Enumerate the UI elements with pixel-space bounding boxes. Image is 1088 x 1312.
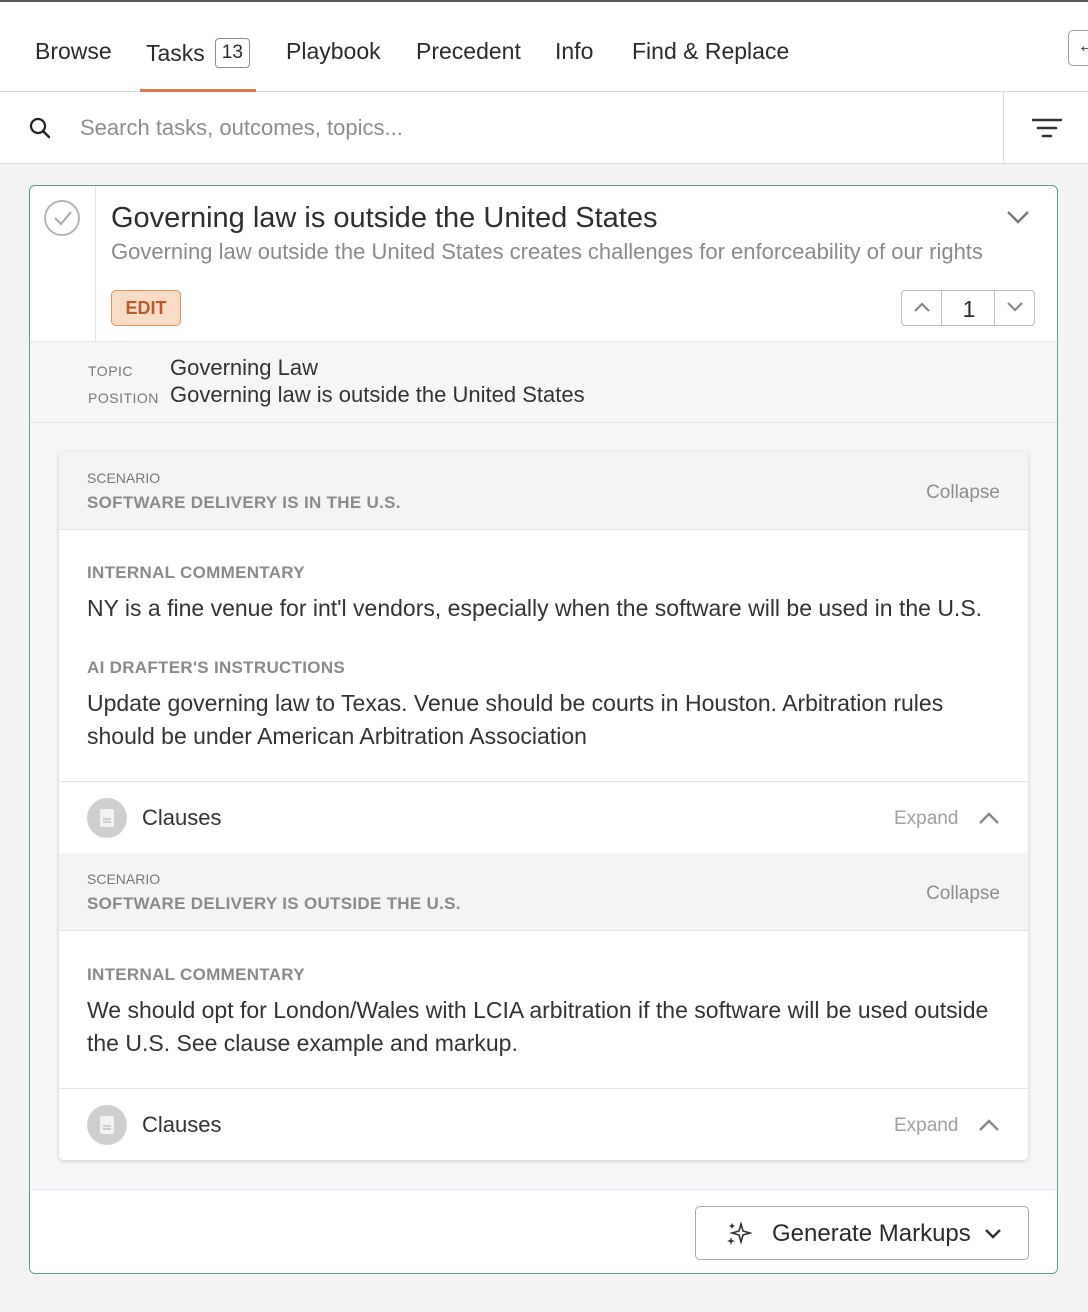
search-bar	[0, 92, 1088, 164]
scenario-label: SCENARIO	[87, 470, 161, 486]
generate-markups-label: Generate Markups	[772, 1220, 971, 1247]
document-icon	[87, 1105, 127, 1145]
tab-label: Browse	[35, 38, 112, 64]
task-card: Governing law is outside the United Stat…	[29, 185, 1058, 1274]
internal-commentary-label: INTERNAL COMMENTARY	[87, 965, 305, 984]
task-meta: TOPIC Governing Law POSITION Governing l…	[30, 341, 1057, 423]
chevron-down-icon	[985, 1229, 1001, 1239]
next-issue-button[interactable]	[994, 291, 1034, 325]
clauses-row[interactable]: Clauses Expand	[59, 781, 1028, 853]
tasks-count-badge: 13	[214, 38, 250, 68]
expand-clauses-button[interactable]: Expand	[894, 1115, 958, 1137]
document-icon	[87, 798, 127, 838]
ai-instructions-text: Update governing law to Texas. Venue sho…	[87, 690, 944, 749]
tab-label: Info	[555, 38, 594, 64]
tab-label: Tasks	[146, 40, 205, 66]
search-icon	[29, 117, 51, 139]
chevron-up-icon[interactable]	[977, 810, 1001, 826]
generate-markups-button[interactable]: Generate Markups	[695, 1206, 1029, 1260]
tab-playbook[interactable]: Playbook	[286, 38, 381, 92]
issue-number: 1	[962, 296, 976, 322]
topic-label: TOPIC	[88, 363, 134, 379]
tab-find-replace[interactable]: Find & Replace	[632, 38, 789, 92]
internal-commentary-text: We should opt for London/Wales with LCIA…	[87, 997, 989, 1056]
task-title: Governing law is outside the United Stat…	[111, 202, 658, 234]
collapse-panel-button[interactable]: ←	[1068, 30, 1088, 66]
check-icon	[54, 211, 72, 226]
chevron-down-icon[interactable]	[1005, 208, 1031, 226]
chevron-up-icon	[914, 302, 930, 312]
task-check-column	[30, 186, 96, 341]
search-input[interactable]	[80, 108, 980, 148]
clauses-label: Clauses	[142, 1112, 222, 1137]
card-footer: Generate Markups	[30, 1189, 1057, 1273]
task-subtitle: Governing law outside the United States …	[111, 239, 983, 264]
scenario-name: SOFTWARE DELIVERY IS OUTSIDE THE U.S.	[87, 894, 461, 913]
tab-bar: Browse Tasks 13 Playbook Precedent Info F…	[0, 2, 1088, 92]
arrow-left-icon: ←	[1077, 35, 1088, 57]
scenarios-area: SCENARIO SOFTWARE DELIVERY IS IN THE U.S…	[30, 423, 1057, 1189]
clauses-label: Clauses	[142, 805, 222, 830]
collapse-scenario-button[interactable]: Collapse	[926, 482, 1000, 504]
internal-commentary-text: NY is a fine venue for int'l vendors, es…	[87, 595, 983, 621]
edit-button[interactable]: EDIT	[111, 290, 181, 326]
tab-label: Playbook	[286, 38, 381, 64]
complete-task-checkbox[interactable]	[44, 200, 80, 236]
scenario-header: SCENARIO SOFTWARE DELIVERY IS OUTSIDE TH…	[59, 853, 1028, 931]
position-label: POSITION	[88, 390, 159, 406]
tab-precedent[interactable]: Precedent	[416, 38, 521, 92]
scenarios-list: SCENARIO SOFTWARE DELIVERY IS IN THE U.S…	[59, 452, 1028, 1160]
scenario-header: SCENARIO SOFTWARE DELIVERY IS IN THE U.S…	[59, 452, 1028, 530]
sparkle-icon	[727, 1221, 752, 1245]
tab-info[interactable]: Info	[555, 38, 593, 92]
tab-browse[interactable]: Browse	[35, 38, 112, 92]
chevron-up-icon[interactable]	[977, 1117, 1001, 1133]
expand-clauses-button[interactable]: Expand	[894, 808, 958, 830]
position-value: Governing law is outside the United Stat…	[170, 382, 585, 407]
chevron-down-icon	[1007, 302, 1023, 312]
collapse-scenario-button[interactable]: Collapse	[926, 883, 1000, 905]
clauses-row[interactable]: Clauses Expand	[59, 1088, 1028, 1160]
tab-tasks[interactable]: Tasks 13	[140, 38, 256, 92]
filter-icon	[1032, 118, 1062, 138]
topic-value: Governing Law	[170, 355, 318, 380]
tab-label: Find & Replace	[632, 38, 790, 64]
tab-label: Precedent	[416, 38, 521, 64]
scenario-name: SOFTWARE DELIVERY IS IN THE U.S.	[87, 493, 401, 512]
issue-pager: 1	[901, 290, 1035, 326]
filter-button[interactable]	[1003, 92, 1088, 164]
previous-issue-button[interactable]	[902, 291, 942, 325]
ai-instructions-label: AI DRAFTER'S INSTRUCTIONS	[87, 658, 346, 677]
scenario-label: SCENARIO	[87, 871, 161, 887]
internal-commentary-label: INTERNAL COMMENTARY	[87, 563, 305, 582]
